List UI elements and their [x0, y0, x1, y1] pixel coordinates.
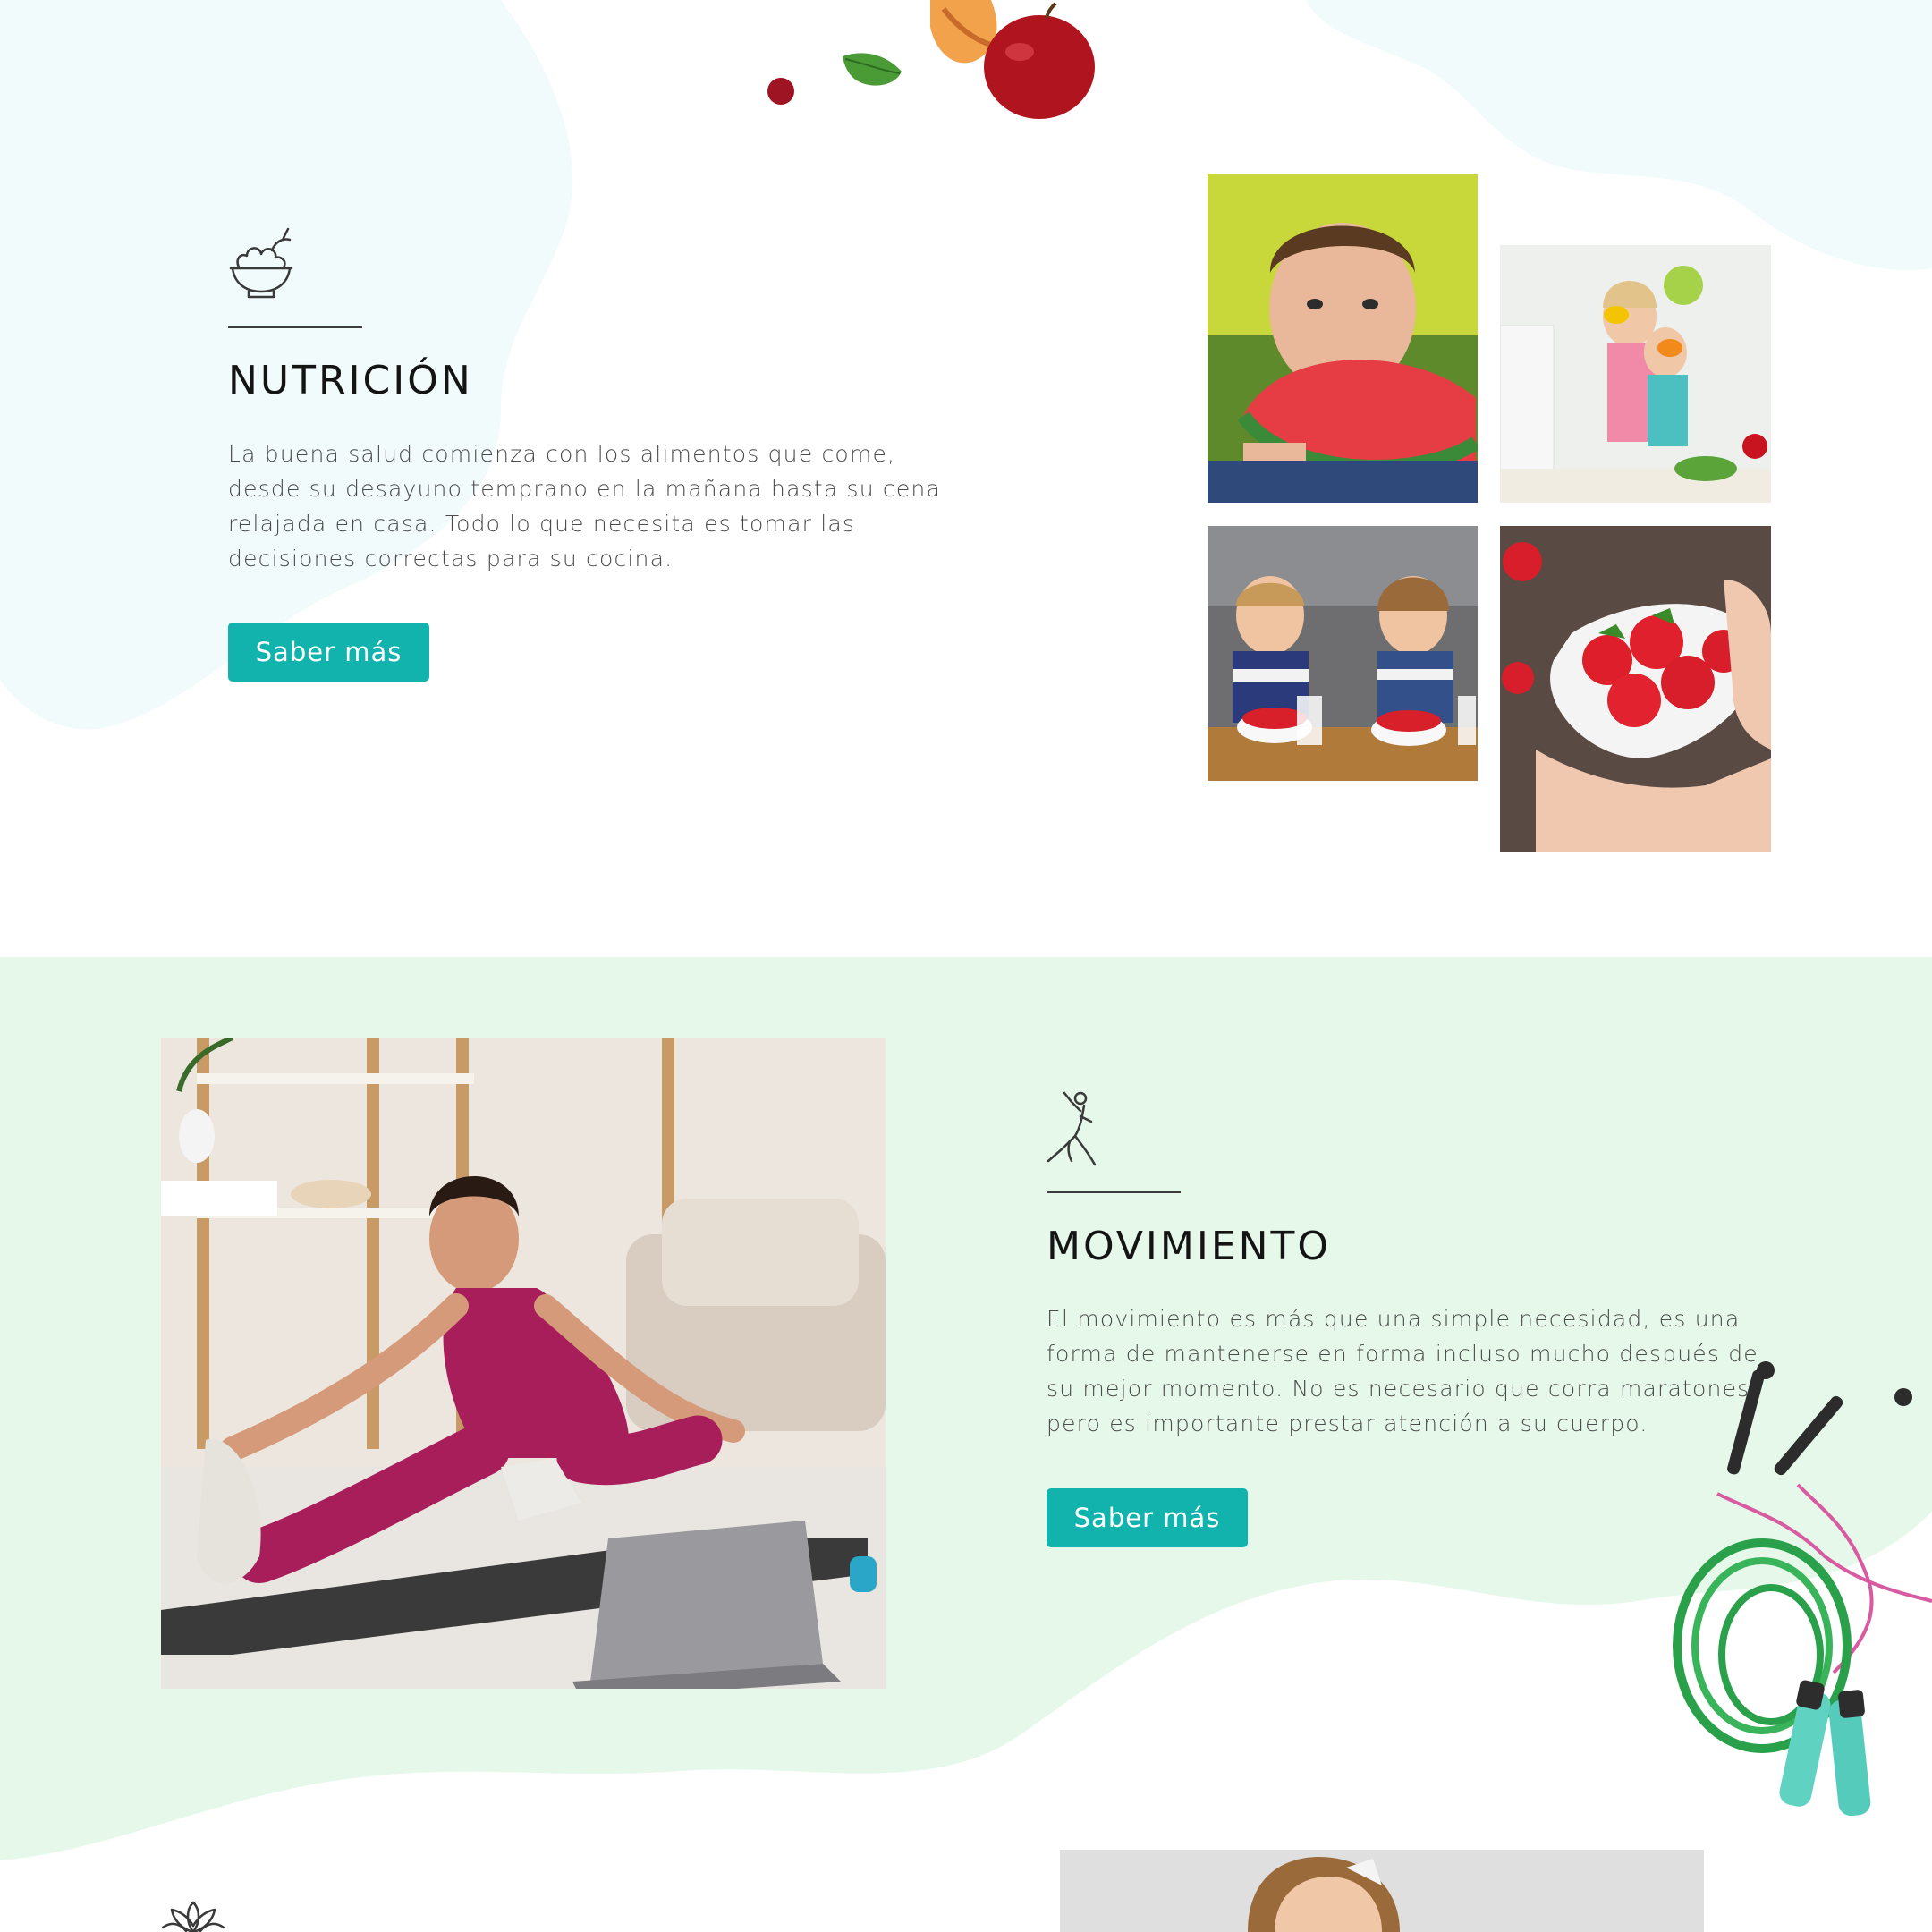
- salad-bowl-icon: [229, 227, 293, 299]
- woman-stretching-on-mat-photo: [161, 1038, 886, 1689]
- movement-divider: [1046, 1191, 1181, 1193]
- nutrition-title: NUTRICIÓN: [228, 358, 473, 403]
- boy-eating-watermelon-photo: [1208, 174, 1478, 503]
- girl-portrait-photo: [1060, 1850, 1704, 1932]
- movement-learn-more-button[interactable]: Saber más: [1046, 1488, 1248, 1547]
- movement-title: MOVIMIENTO: [1046, 1224, 1332, 1269]
- nutrition-divider: [228, 326, 362, 328]
- nutrition-description: La buena salud comienza con los alimento…: [228, 441, 941, 572]
- bowl-of-strawberries-photo: [1500, 526, 1771, 852]
- kids-eating-strawberries-photo: [1208, 526, 1478, 781]
- page: NUTRICIÓN La buena salud comienza con lo…: [0, 0, 1932, 1932]
- lotus-icon: [161, 1901, 225, 1932]
- jump-rope-illustration: [1673, 1361, 1932, 1817]
- fruit-illustration: [767, 0, 1095, 119]
- nutrition-learn-more-button[interactable]: Saber más: [228, 623, 429, 682]
- stretching-figure-icon: [1046, 1091, 1097, 1166]
- mother-daughter-peppers-photo: [1500, 245, 1771, 503]
